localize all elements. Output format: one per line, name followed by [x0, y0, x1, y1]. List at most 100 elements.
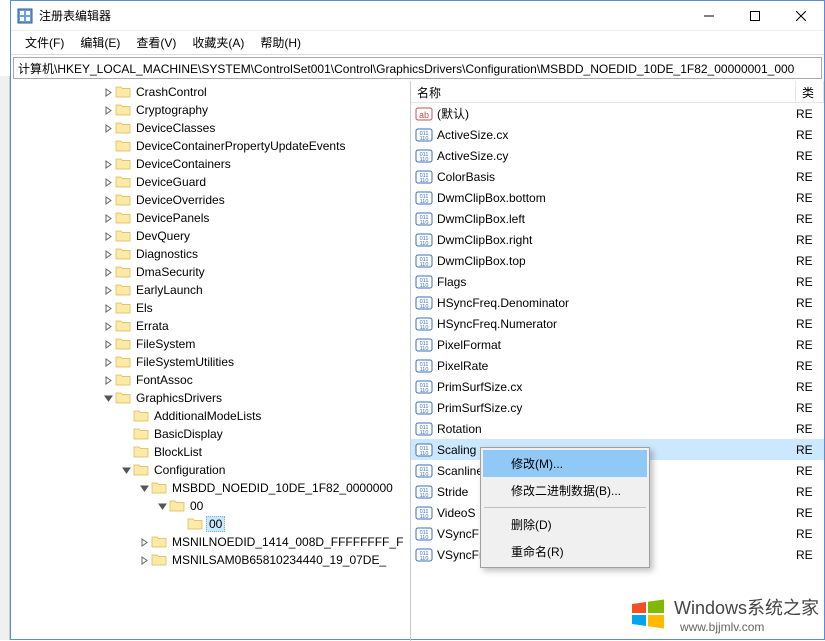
tree-item[interactable]: 00 [11, 497, 410, 515]
value-type: RE [796, 527, 824, 541]
tree-item[interactable]: DmaSecurity [11, 263, 410, 281]
chevron-right-icon[interactable] [101, 85, 115, 99]
tree-item[interactable]: MSNILNOEDID_1414_008D_FFFFFFFF_F [11, 533, 410, 551]
tree-item[interactable]: GraphicsDrivers [11, 389, 410, 407]
chevron-right-icon[interactable] [101, 211, 115, 225]
tree-item[interactable]: MSBDD_NOEDID_10DE_1F82_0000000 [11, 479, 410, 497]
context-menu[interactable]: 修改(M)...修改二进制数据(B)... 删除(D)重命名(R) [480, 447, 650, 568]
chevron-right-icon[interactable] [101, 103, 115, 117]
chevron-right-icon[interactable] [101, 121, 115, 135]
list-row[interactable]: 011110DwmClipBox.leftRE [411, 208, 824, 229]
tree-item-label: FileSystemUtilities [134, 355, 236, 369]
list-row[interactable]: 011110HSyncFreq.NumeratorRE [411, 313, 824, 334]
context-menu-item[interactable]: 重命名(R) [483, 538, 647, 565]
tree-item[interactable]: FileSystemUtilities [11, 353, 410, 371]
list-row[interactable]: 011110ColorBasisRE [411, 166, 824, 187]
svg-text:110: 110 [420, 367, 429, 373]
value-type: RE [796, 464, 824, 478]
tree-item[interactable]: FileSystem [11, 335, 410, 353]
value-name: ActiveSize.cx [437, 128, 796, 142]
tree-item[interactable]: DevQuery [11, 227, 410, 245]
col-name[interactable]: 名称 [411, 81, 796, 102]
list-row[interactable]: 011110PixelRateRE [411, 355, 824, 376]
maximize-button[interactable] [732, 1, 778, 31]
list-row[interactable]: 011110DwmClipBox.bottomRE [411, 187, 824, 208]
context-menu-item[interactable]: 删除(D) [483, 511, 647, 538]
address-bar[interactable]: 计算机\HKEY_LOCAL_MACHINE\SYSTEM\ControlSet… [13, 57, 822, 79]
list-row[interactable]: 011110ActiveSize.cyRE [411, 145, 824, 166]
tree-item[interactable]: DeviceGuard [11, 173, 410, 191]
tree-item-label: Diagnostics [134, 247, 200, 261]
chevron-right-icon[interactable] [101, 157, 115, 171]
list-row[interactable]: 011110DwmClipBox.topRE [411, 250, 824, 271]
list-row[interactable]: 011110PrimSurfSize.cxRE [411, 376, 824, 397]
chevron-right-icon[interactable] [101, 175, 115, 189]
binary-value-icon: 011110 [415, 484, 433, 500]
titlebar: 注册表编辑器 [11, 1, 824, 31]
folder-icon [115, 319, 131, 333]
chevron-right-icon[interactable] [101, 373, 115, 387]
tree-item[interactable]: Diagnostics [11, 245, 410, 263]
menu-item[interactable]: 收藏夹(A) [184, 31, 252, 54]
chevron-right-icon[interactable] [137, 535, 151, 549]
list-row[interactable]: 011110PixelFormatRE [411, 334, 824, 355]
menu-item[interactable]: 编辑(E) [72, 31, 128, 54]
list-row[interactable]: 011110FlagsRE [411, 271, 824, 292]
tree-item[interactable]: Cryptography [11, 101, 410, 119]
context-menu-item[interactable]: 修改(M)... [483, 450, 647, 477]
chevron-right-icon[interactable] [101, 355, 115, 369]
tree-item[interactable]: CrashControl [11, 83, 410, 101]
menu-item[interactable]: 文件(F) [17, 31, 72, 54]
list-row[interactable]: 011110ActiveSize.cxRE [411, 124, 824, 145]
context-menu-item[interactable]: 修改二进制数据(B)... [483, 477, 647, 504]
chevron-right-icon[interactable] [101, 283, 115, 297]
chevron-down-icon[interactable] [101, 391, 115, 405]
svg-text:110: 110 [420, 304, 429, 310]
tree-item[interactable]: 00 [11, 515, 410, 533]
list-row[interactable]: 011110PrimSurfSize.cyRE [411, 397, 824, 418]
chevron-right-icon[interactable] [101, 193, 115, 207]
tree-item[interactable]: DeviceClasses [11, 119, 410, 137]
tree-item-label: Configuration [152, 463, 227, 477]
chevron-right-icon[interactable] [101, 265, 115, 279]
tree-item[interactable]: DeviceContainerPropertyUpdateEvents [11, 137, 410, 155]
svg-text:110: 110 [420, 178, 429, 184]
tree-item-label: EarlyLaunch [134, 283, 205, 297]
menu-item[interactable]: 查看(V) [128, 31, 184, 54]
folder-icon [115, 85, 131, 99]
tree-item[interactable]: EarlyLaunch [11, 281, 410, 299]
tree-item[interactable]: BlockList [11, 443, 410, 461]
close-button[interactable] [778, 1, 824, 31]
tree-item[interactable]: FontAssoc [11, 371, 410, 389]
tree-item[interactable]: BasicDisplay [11, 425, 410, 443]
col-type[interactable]: 类 [796, 81, 824, 102]
tree-item[interactable]: DeviceContainers [11, 155, 410, 173]
tree-pane[interactable]: CrashControlCryptographyDeviceClassesDev… [11, 81, 411, 641]
chevron-right-icon[interactable] [101, 247, 115, 261]
minimize-button[interactable] [686, 1, 732, 31]
binary-value-icon: 011110 [415, 337, 433, 353]
tree-item[interactable]: MSNILSAM0B65810234440_19_07DE_ [11, 551, 410, 569]
tree-item[interactable]: Els [11, 299, 410, 317]
chevron-right-icon[interactable] [101, 319, 115, 333]
chevron-right-icon[interactable] [101, 337, 115, 351]
chevron-down-icon[interactable] [155, 499, 169, 513]
list-row[interactable]: 011110DwmClipBox.rightRE [411, 229, 824, 250]
tree-item[interactable]: AdditionalModeLists [11, 407, 410, 425]
menu-item[interactable]: 帮助(H) [252, 31, 309, 54]
list-row[interactable]: 011110RotationRE [411, 418, 824, 439]
binary-value-icon: 011110 [415, 127, 433, 143]
chevron-down-icon[interactable] [119, 463, 133, 477]
tree-item[interactable]: DeviceOverrides [11, 191, 410, 209]
tree-item[interactable]: Configuration [11, 461, 410, 479]
tree-item[interactable]: Errata [11, 317, 410, 335]
chevron-down-icon[interactable] [137, 481, 151, 495]
folder-icon [169, 499, 185, 513]
tree-item[interactable]: DevicePanels [11, 209, 410, 227]
tree-item-label: BlockList [152, 445, 204, 459]
list-row[interactable]: ab(默认)RE [411, 103, 824, 124]
list-row[interactable]: 011110HSyncFreq.DenominatorRE [411, 292, 824, 313]
chevron-right-icon[interactable] [137, 553, 151, 567]
chevron-right-icon[interactable] [101, 229, 115, 243]
chevron-right-icon[interactable] [101, 301, 115, 315]
